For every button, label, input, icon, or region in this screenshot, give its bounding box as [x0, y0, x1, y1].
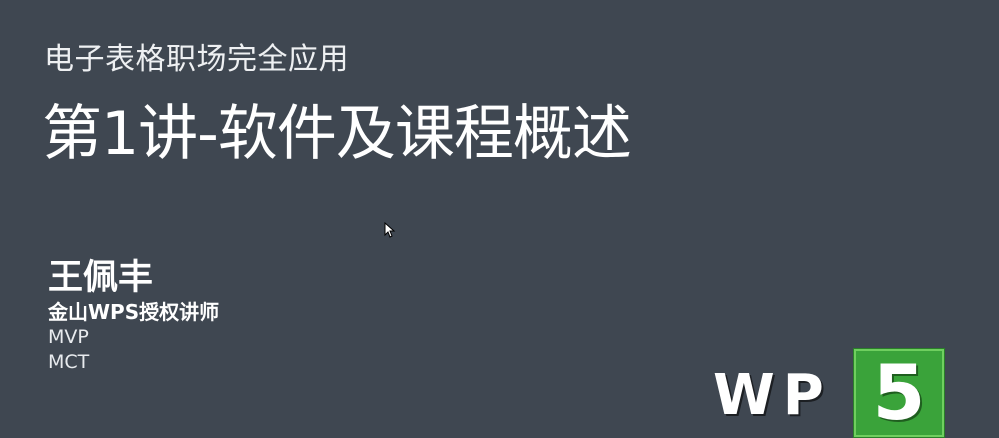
wps-logo: WP 5 [713, 348, 945, 438]
author-credential-mvp: MVP [48, 326, 89, 348]
presentation-slide: 电子表格职场完全应用 第1讲-软件及课程概述 王佩丰 金山WPS授权讲师 MVP… [0, 0, 999, 438]
lecture-title: 第1讲-软件及课程概述 [42, 99, 632, 169]
wps-logo-five: 5 [872, 348, 926, 437]
wps-logo-box: 5 [853, 348, 945, 438]
author-name: 王佩丰 [48, 258, 154, 298]
author-role: 金山WPS授权讲师 [48, 300, 220, 324]
wps-logo-text: WP [713, 363, 832, 428]
author-credential-mct: MCT [48, 351, 90, 373]
mouse-pointer-icon [384, 222, 396, 238]
author-block: 王佩丰 金山WPS授权讲师 MVP MCT [48, 257, 219, 375]
course-subtitle: 电子表格职场完全应用 [44, 42, 349, 77]
